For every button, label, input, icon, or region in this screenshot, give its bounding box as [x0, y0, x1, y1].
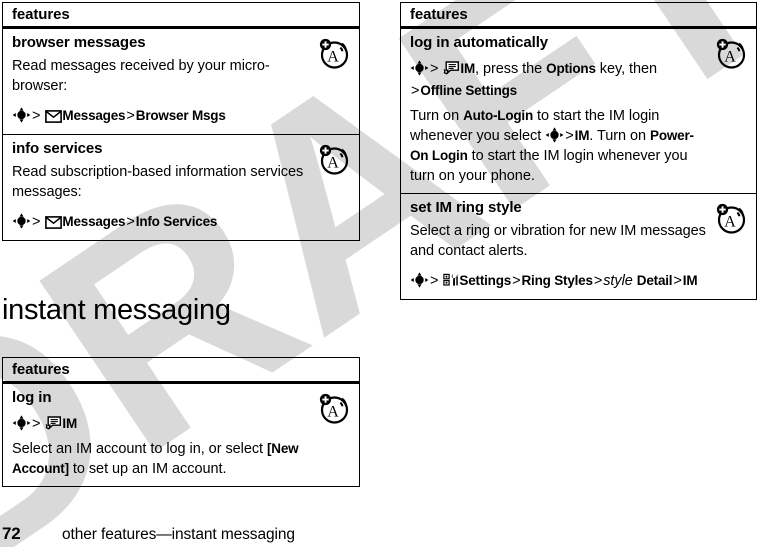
path-separator: > — [411, 83, 420, 99]
row-paragraph: Read messages received by your micro-bro… — [12, 58, 270, 94]
svg-text:A: A — [327, 404, 339, 421]
page-footer: 72 other features—instant messaging — [2, 524, 295, 546]
manual-page: features A browser messages Read message… — [0, 0, 759, 547]
features-table-im-settings: features A log in automatically > IM, pr… — [400, 2, 757, 300]
running-head: other features—instant messaging — [62, 526, 295, 543]
path-separator: > — [32, 108, 41, 124]
row-paragraph: Select a ring or vibration for new IM me… — [410, 223, 706, 259]
row-paragraph: Read subscription-based information serv… — [12, 164, 304, 200]
path-item-label: Browser Msgs — [135, 108, 226, 123]
options-key-label: Options — [546, 61, 596, 76]
envelope-icon — [45, 216, 63, 229]
table-header-features: features — [3, 3, 359, 29]
table-row: A browser messages Read messages receive… — [3, 29, 359, 134]
navigation-key-icon — [12, 415, 31, 431]
table-header-features: features — [401, 3, 756, 29]
body-text-pre: Turn on — [410, 108, 464, 124]
path-separator: > — [32, 416, 41, 432]
row-paragraph: Turn on Auto-Login to start the IM login… — [410, 106, 710, 186]
path-separator: > — [430, 273, 439, 289]
im-bubble-icon — [443, 61, 460, 76]
im-bubble-icon — [45, 416, 62, 431]
ring-styles-label: Ring Styles — [521, 273, 593, 288]
detail-label: Detail — [636, 273, 673, 288]
navigation-key-icon — [410, 272, 429, 288]
navigation-key-icon — [410, 60, 429, 76]
body-text-mid2: . Turn on — [589, 128, 651, 144]
svg-text:A: A — [724, 49, 736, 66]
alert-ring-a-icon: A — [318, 37, 352, 70]
path-menu-label: IM — [62, 416, 78, 431]
menu-path: > Messages>Info Services — [12, 211, 313, 233]
table-header-features: features — [3, 358, 359, 384]
settings-tools-icon — [443, 273, 459, 288]
navigation-key-icon — [12, 213, 31, 229]
features-table-messages: features A browser messages Read message… — [2, 2, 360, 241]
row-title: browser messages — [12, 34, 146, 51]
path-menu-label: Messages — [62, 108, 126, 123]
path-separator: > — [126, 108, 135, 124]
row-title: set IM ring style — [410, 199, 522, 216]
menu-path: > Settings>Ring Styles>style Detail>IM — [410, 270, 710, 292]
path-item-label: Info Services — [135, 214, 218, 229]
im-label: IM — [682, 273, 698, 288]
alert-ring-a-icon: A — [715, 202, 749, 235]
menu-path: > Messages>Browser Msgs — [12, 105, 313, 127]
svg-text:A: A — [724, 214, 736, 231]
section-heading: instant messaging — [2, 294, 231, 326]
table-row: A log in automatically > IM, press the O… — [401, 29, 756, 193]
path-menu-label: Settings — [459, 273, 512, 288]
path-separator: > — [565, 128, 574, 144]
navigation-key-icon — [545, 127, 564, 143]
alert-ring-a-icon: A — [318, 143, 352, 176]
path-separator: > — [430, 61, 439, 77]
svg-text:A: A — [327, 155, 339, 172]
row-title: log in automatically — [410, 34, 549, 51]
menu-path: > IM — [12, 413, 313, 435]
auto-login-label: Auto-Login — [463, 108, 534, 123]
alert-ring-a-icon: A — [318, 392, 352, 425]
table-row: A info services Read subscription-based … — [3, 134, 359, 240]
menu-path: > IM, press the Options key, then >Offli… — [410, 58, 710, 102]
navigation-key-icon — [12, 107, 31, 123]
svg-text:A: A — [327, 49, 339, 66]
table-row: A log in > IM Select an IM account to lo… — [3, 384, 359, 486]
style-placeholder-label: style — [603, 273, 633, 289]
row-title: log in — [12, 389, 52, 406]
path-text-after-menu: , press the — [475, 61, 547, 77]
path-text-after-options: key, then — [595, 61, 658, 77]
row-title: info services — [12, 140, 103, 157]
alert-ring-a-icon: A — [715, 37, 749, 70]
row-paragraph: Select an IM account to log in, or selec… — [12, 439, 313, 479]
page-number: 72 — [2, 524, 21, 543]
path-separator: > — [593, 273, 603, 289]
path-separator: > — [673, 273, 682, 289]
path-separator: > — [512, 273, 521, 289]
path-menu-label: Messages — [62, 214, 126, 229]
features-table-im-login: features A log in > IM Select an IM acco… — [2, 357, 360, 487]
path-separator: > — [32, 214, 41, 230]
envelope-icon — [45, 110, 63, 123]
table-row: A set IM ring style Select a ring or vib… — [401, 193, 756, 299]
paragraph-text-post: to set up an IM account. — [68, 461, 227, 477]
paragraph-text-pre: Select an IM account to log in, or selec… — [12, 441, 268, 457]
offline-settings-label: Offline Settings — [420, 83, 517, 98]
path-menu-label: IM — [460, 61, 476, 76]
im-label: IM — [574, 128, 590, 143]
path-separator: > — [126, 214, 135, 230]
